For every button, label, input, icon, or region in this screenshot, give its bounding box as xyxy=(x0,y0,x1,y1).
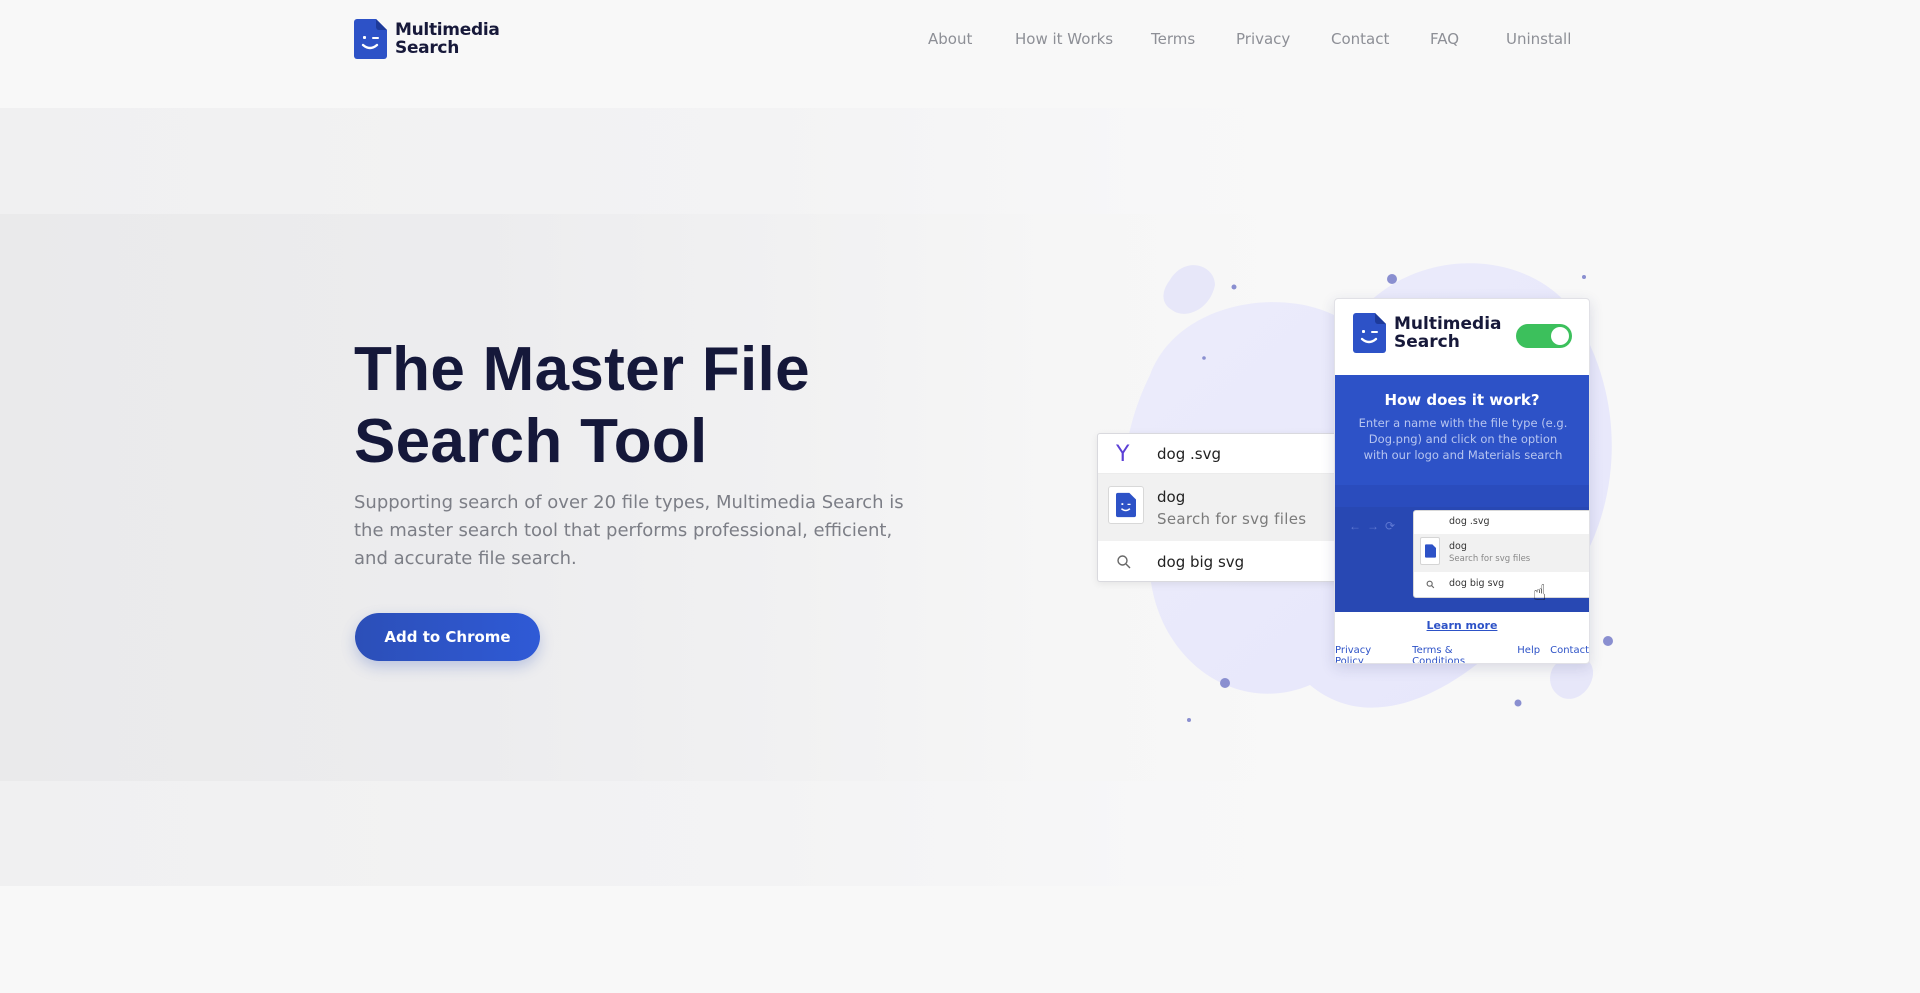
search-query-row: Y dog .svg xyxy=(1098,434,1346,474)
nav-uninstall[interactable]: Uninstall xyxy=(1506,30,1571,48)
site-logo[interactable]: Multimedia Search xyxy=(354,19,500,59)
popup-logo-line1: Multimedia xyxy=(1394,314,1502,334)
site-header: Multimedia Search About How it Works Ter… xyxy=(0,0,1920,80)
popup-logo-line2: Search xyxy=(1394,332,1460,352)
mini-query-text: dog .svg xyxy=(1449,516,1490,527)
popup-logo: Multimedia Search xyxy=(1353,313,1502,353)
nav-about[interactable]: About xyxy=(928,30,972,48)
extension-popup: Multimedia Search How does it work? Ente… xyxy=(1334,298,1590,664)
mini-suggestion-row xyxy=(1414,534,1589,572)
yahoo-y-icon: Y xyxy=(1116,442,1130,467)
smiling-file-icon xyxy=(1420,537,1440,565)
popup-footer: Privacy Policy Terms & Conditions Help C… xyxy=(1335,645,1589,663)
search-suggestion-text: dog big svg xyxy=(1157,553,1245,571)
pointer-hand-icon: ☝ xyxy=(1533,580,1547,605)
mini-suggestions-card: dog .svg dog Search for svg files dog bi… xyxy=(1413,510,1589,598)
popup-description: Enter a name with the file type (e.g. Do… xyxy=(1358,416,1568,462)
search-icon xyxy=(1117,555,1131,569)
help-link[interactable]: Help xyxy=(1517,645,1540,663)
search-suggestions-card: Y dog .svg dog Search for svg files dog … xyxy=(1097,433,1347,582)
nav-faq[interactable]: FAQ xyxy=(1430,30,1459,48)
hero-subtitle: Supporting search of over 20 file types,… xyxy=(354,492,904,569)
logo-line2: Search xyxy=(395,38,460,58)
search-query-text: dog .svg xyxy=(1157,445,1221,463)
popup-info-panel: How does it work? Enter a name with the … xyxy=(1335,375,1589,612)
file-suggestion-row[interactable]: dog Search for svg files xyxy=(1098,474,1346,541)
mini-browser-tabbar xyxy=(1335,485,1589,507)
mini-suggestion-title: dog xyxy=(1449,541,1467,552)
learn-more-link[interactable]: Learn more xyxy=(1335,619,1589,632)
search-icon xyxy=(1426,580,1435,589)
add-to-chrome-button[interactable]: Add to Chrome xyxy=(355,613,540,661)
logo-wordmark: Multimedia Search xyxy=(395,21,500,57)
nav-contact[interactable]: Contact xyxy=(1331,30,1389,48)
popup-heading: How does it work? xyxy=(1384,391,1540,409)
extension-toggle[interactable] xyxy=(1516,324,1572,348)
privacy-policy-link[interactable]: Privacy Policy xyxy=(1335,645,1402,663)
popup-wordmark: Multimedia Search xyxy=(1394,315,1502,351)
nav-terms[interactable]: Terms xyxy=(1151,30,1195,48)
nav-how-it-works[interactable]: How it Works xyxy=(1015,30,1113,48)
nav-privacy[interactable]: Privacy xyxy=(1236,30,1290,48)
mini-browser-nav-icons: ←→⟳ xyxy=(1349,519,1402,533)
suggestion-subtitle: Search for svg files xyxy=(1157,510,1307,528)
contact-link[interactable]: Contact xyxy=(1550,645,1589,663)
mini-search-suggestion: dog big svg xyxy=(1449,578,1505,589)
terms-link[interactable]: Terms & Conditions xyxy=(1412,645,1507,663)
suggestion-title: dog xyxy=(1157,488,1186,506)
mini-suggestion-subtitle: Search for svg files xyxy=(1449,554,1531,564)
smiling-file-icon xyxy=(354,19,387,59)
hero-title: The Master File Search Tool xyxy=(354,335,810,476)
logo-line1: Multimedia xyxy=(395,20,500,40)
smiling-file-icon xyxy=(1353,313,1386,353)
search-suggestion-row[interactable]: dog big svg xyxy=(1098,541,1346,581)
mini-browser-illustration: ←→⟳ dog .svg dog Search for svg files do… xyxy=(1335,485,1589,612)
smiling-file-icon xyxy=(1108,486,1144,524)
toggle-knob xyxy=(1551,327,1569,345)
